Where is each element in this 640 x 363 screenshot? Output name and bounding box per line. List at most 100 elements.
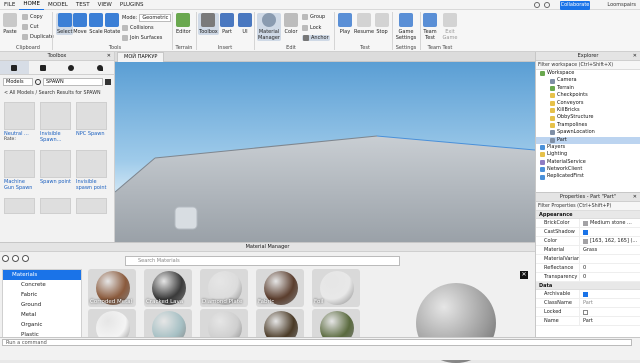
list-item[interactable]: Concrete	[3, 280, 81, 290]
properties-filter-input[interactable]: Filter Properties (Ctrl+Shift+P)	[536, 202, 640, 211]
section-appearance[interactable]: Appearance	[536, 211, 640, 219]
tree-item[interactable]: ReplicatedFirst	[536, 173, 640, 180]
refresh-icon[interactable]	[12, 255, 19, 262]
toolbox-item[interactable]	[76, 198, 107, 218]
list-item[interactable]: Metal	[3, 310, 81, 320]
property-value[interactable]	[580, 255, 640, 263]
collisions-toggle[interactable]: Collisions	[122, 25, 154, 31]
filter-icon[interactable]	[105, 79, 111, 85]
tree-item[interactable]: Lighting	[536, 151, 640, 158]
menu-model[interactable]: MODEL	[44, 0, 72, 10]
tab-recent[interactable]	[57, 61, 86, 74]
ui-button[interactable]: UI	[238, 13, 252, 35]
tree-item[interactable]: ObbyStructure	[536, 114, 640, 121]
menu-plugins[interactable]: PLUGINS	[116, 0, 148, 10]
join-surfaces-toggle[interactable]: Join Surfaces	[122, 35, 162, 41]
material-tile[interactable]: Corroded Metal	[88, 269, 136, 307]
toolbox-item[interactable]: Machine Gun Spawn	[4, 150, 35, 194]
tree-item[interactable]: Camera	[536, 77, 640, 84]
material-tile[interactable]: Fabric	[256, 269, 304, 307]
collaborate-button[interactable]: Collaborate	[560, 1, 590, 10]
tree-item[interactable]: Players	[536, 144, 640, 151]
tab-inventory[interactable]	[29, 61, 58, 74]
toolbox-search-input[interactable]: SPAWN	[43, 78, 103, 86]
property-value[interactable]	[580, 308, 640, 316]
stop-button[interactable]: Stop	[375, 13, 389, 35]
menu-view[interactable]: VIEW	[94, 0, 116, 10]
terrain-editor-button[interactable]: Editor	[176, 13, 191, 35]
list-item[interactable]: Materials	[3, 270, 81, 280]
toolbox-item[interactable]	[40, 198, 71, 218]
tree-item[interactable]: Conveyors	[536, 100, 640, 107]
checkbox[interactable]	[583, 229, 588, 235]
exit-game-button[interactable]: Exit Game	[442, 13, 458, 41]
property-value[interactable]: [163, 162, 165] (...	[580, 237, 640, 245]
list-item[interactable]: Ground	[3, 300, 81, 310]
play-button[interactable]: Play	[338, 13, 352, 35]
resume-button[interactable]: Resume	[354, 13, 374, 35]
property-value[interactable]: 0	[580, 264, 640, 272]
material-tile[interactable]: Diamond Plate	[200, 269, 248, 307]
tree-item[interactable]: Terrain	[536, 85, 640, 92]
tree-item[interactable]: NetworkClient	[536, 166, 640, 173]
property-value[interactable]: Grass	[580, 246, 640, 254]
tree-item[interactable]: Workspace	[536, 70, 640, 77]
toolbox-item[interactable]: Spawn point	[40, 150, 71, 194]
property-value[interactable]: Medium stone ...	[580, 219, 640, 227]
paste-button[interactable]: Paste	[3, 13, 17, 35]
toolbox-item[interactable]	[4, 198, 35, 218]
add-icon[interactable]	[2, 255, 9, 262]
mode-dropdown[interactable]: Geometric	[139, 14, 172, 22]
scale-tool-button[interactable]: Scale	[89, 13, 103, 35]
duplicate-button[interactable]: Duplicate	[22, 34, 54, 40]
menu-home[interactable]: HOME	[19, 0, 45, 10]
tab-place[interactable]: МОЙ ПАРКУР	[117, 52, 165, 62]
toolbox-item[interactable]: Neutral ... Rate:	[4, 102, 35, 146]
tree-item[interactable]: Trampolines	[536, 122, 640, 129]
list-item[interactable]: Organic	[3, 320, 81, 330]
game-settings-button[interactable]: Game Settings	[395, 13, 417, 41]
close-icon[interactable]: ✕	[633, 193, 637, 202]
list-item[interactable]: Fabric	[3, 290, 81, 300]
menu-test[interactable]: TEST	[72, 0, 94, 10]
material-manager-button[interactable]: Material Manager	[257, 13, 281, 41]
section-data[interactable]: Data	[536, 282, 640, 290]
select-tool-button[interactable]: Select	[56, 13, 74, 35]
user-name[interactable]: Loomspairs	[607, 0, 636, 10]
property-value[interactable]: Part	[580, 317, 640, 325]
property-value[interactable]: 0	[580, 273, 640, 281]
checkbox[interactable]	[583, 291, 588, 297]
toolbox-button[interactable]: Toolbox	[198, 13, 219, 35]
tab-creations[interactable]	[86, 61, 115, 74]
tree-item[interactable]: Checkpoints	[536, 92, 640, 99]
material-search-input[interactable]: Search Materials	[125, 256, 400, 266]
breadcrumb[interactable]: < All Models / Search Results for SPAWN	[0, 89, 114, 98]
tree-item[interactable]: Part	[536, 136, 640, 144]
toolbox-item[interactable]: NPC Spawn	[76, 102, 107, 146]
spawn-location[interactable]	[174, 206, 198, 230]
toolbox-item[interactable]: Invisible Spawn...	[40, 102, 71, 146]
copy-button[interactable]: Copy	[22, 14, 43, 20]
view-icon[interactable]	[22, 255, 29, 262]
material-tile[interactable]: Cracked Lava	[144, 269, 192, 307]
tree-item[interactable]: KillBricks	[536, 107, 640, 114]
group-button[interactable]: Group	[302, 14, 325, 20]
notification-icon[interactable]	[544, 2, 550, 8]
property-value[interactable]: Part	[580, 299, 640, 307]
close-icon[interactable]: ✕	[107, 52, 111, 61]
team-test-button[interactable]: Team Test	[422, 13, 438, 41]
command-input[interactable]: Run a command	[2, 339, 632, 346]
3d-viewport[interactable]	[115, 62, 535, 242]
move-tool-button[interactable]: Move	[73, 13, 87, 35]
menu-file[interactable]: FILE	[0, 0, 19, 10]
checkbox[interactable]	[583, 309, 588, 315]
part-button[interactable]: Part	[220, 13, 234, 35]
anchor-toggle[interactable]: Anchor	[302, 35, 330, 41]
property-value[interactable]	[580, 290, 640, 298]
explorer-filter-input[interactable]: Filter workspace (Ctrl+Shift+X)	[536, 61, 640, 70]
share-icon[interactable]	[534, 2, 540, 8]
close-icon[interactable]: ✕	[633, 52, 637, 61]
tree-item[interactable]: MaterialService	[536, 159, 640, 166]
material-tile[interactable]: Foil	[312, 269, 360, 307]
tree-item[interactable]: SpawnLocation	[536, 129, 640, 136]
